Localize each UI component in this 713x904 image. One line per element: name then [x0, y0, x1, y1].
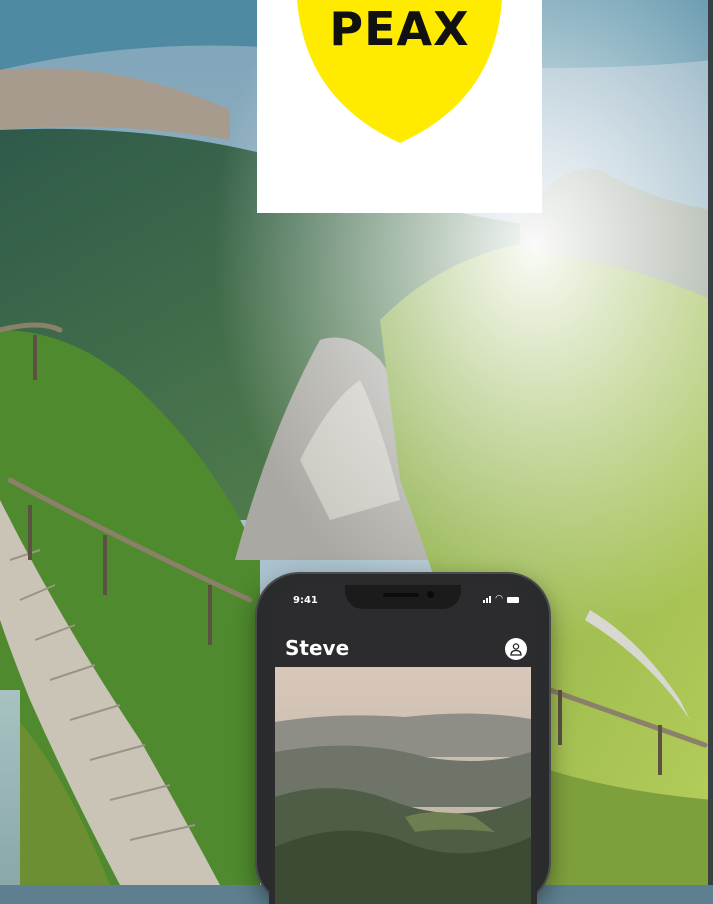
status-icons: ◠ — [483, 595, 519, 604]
profile-button[interactable] — [505, 638, 527, 660]
phone-screen: 9:41 ◠ Steve — [269, 585, 537, 904]
landscape-image — [275, 667, 531, 904]
speaker-icon — [383, 593, 419, 597]
person-icon — [510, 643, 522, 656]
brand-logo-text: PEAX — [329, 2, 470, 56]
status-time: 9:41 — [293, 595, 318, 606]
wifi-icon: ◠ — [495, 594, 503, 604]
signal-icon — [483, 596, 492, 603]
right-edge-bar — [708, 0, 713, 885]
logo-card: PEAX — [257, 0, 542, 213]
battery-icon — [507, 596, 519, 603]
phone-mockup: 9:41 ◠ Steve — [257, 574, 549, 904]
phone-notch — [345, 585, 461, 609]
left-edge-panel — [0, 690, 20, 885]
app-title: Steve — [285, 636, 350, 660]
camera-icon — [427, 591, 434, 598]
